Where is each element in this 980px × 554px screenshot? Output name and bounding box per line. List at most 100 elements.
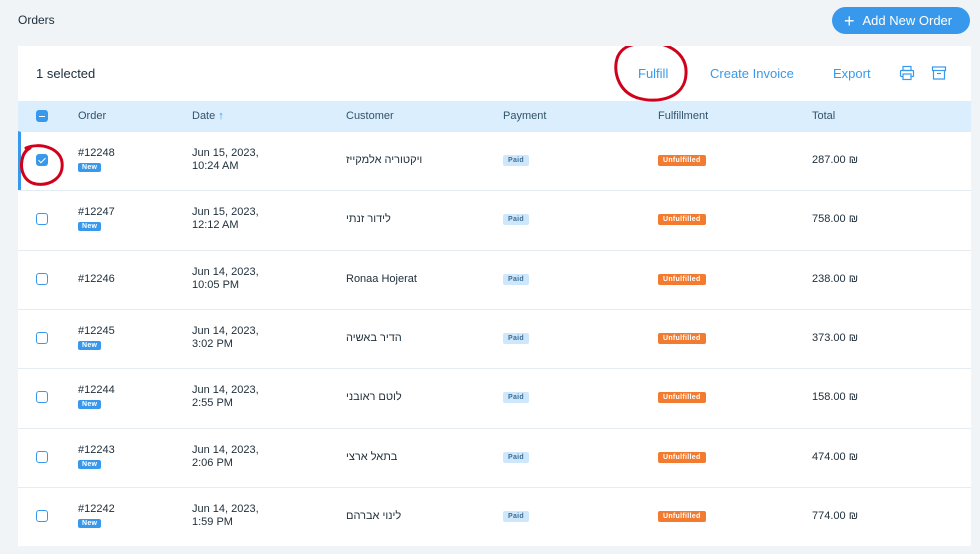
- date-cell: Jun 14, 2023, 3:02 PM: [192, 325, 259, 351]
- date-line-1: Jun 14, 2023,: [192, 443, 259, 456]
- table-row[interactable]: #12245 New Jun 14, 2023, 3:02 PM הדיר באשיה P…: [18, 308, 971, 368]
- table-row[interactable]: #12244 New Jun 14, 2023, 2:55 PM לוטם ראובני…: [18, 368, 971, 427]
- order-number[interactable]: #12247: [78, 206, 115, 219]
- column-header-payment[interactable]: Payment: [503, 110, 546, 122]
- payment-status: Paid: [503, 212, 529, 226]
- paid-badge: Paid: [503, 332, 529, 344]
- order-number[interactable]: #12242: [78, 503, 115, 516]
- date-cell: Jun 15, 2023, 12:12 AM: [192, 206, 259, 232]
- order-cell[interactable]: #12248 New: [78, 147, 115, 172]
- export-button[interactable]: Export: [833, 66, 871, 81]
- payment-status: Paid: [503, 450, 529, 463]
- table-row[interactable]: #12243 New Jun 14, 2023, 2:06 PM בתאל ארצי Pa…: [18, 427, 971, 487]
- column-header-date[interactable]: Date ↑: [192, 110, 224, 122]
- row-checkbox[interactable]: [36, 213, 48, 226]
- column-header-order[interactable]: Order: [78, 110, 106, 122]
- table-row[interactable]: #12242 New Jun 14, 2023, 1:59 PM לינוי אברהם…: [18, 486, 971, 546]
- column-header-customer[interactable]: Customer: [346, 110, 394, 122]
- fulfillment-status: Unfulfilled: [658, 272, 706, 285]
- paid-badge: Paid: [503, 510, 529, 522]
- paid-badge: Paid: [503, 155, 529, 166]
- paid-badge: Paid: [503, 214, 529, 226]
- plus-icon: +: [844, 10, 855, 31]
- order-cell[interactable]: #12245 New: [78, 325, 115, 350]
- table-row[interactable]: #12247 New Jun 15, 2023, 12:12 AM לידור זנתי…: [18, 190, 971, 249]
- date-cell: Jun 14, 2023, 10:05 PM: [192, 266, 259, 292]
- fulfill-button[interactable]: Fulfill: [638, 66, 668, 81]
- page-title: Orders: [18, 13, 55, 27]
- order-total: 287.00 ₪: [812, 154, 859, 166]
- order-cell[interactable]: #12246: [78, 273, 115, 286]
- payment-status: Paid: [503, 509, 529, 522]
- order-cell[interactable]: #12247 New: [78, 206, 115, 232]
- add-new-order-button[interactable]: + Add New Order: [832, 7, 970, 34]
- payment-status: Paid: [503, 272, 529, 285]
- fulfillment-status: Unfulfilled: [658, 153, 706, 166]
- table-header: Order Date ↑ Customer Payment Fulfillment…: [18, 101, 971, 131]
- orders-table-card: 1 selected Fulfill Create Invoice Export…: [18, 46, 971, 546]
- date-cell: Jun 14, 2023, 1:59 PM: [192, 503, 259, 529]
- bulk-action-toolbar: 1 selected Fulfill Create Invoice Export: [18, 46, 971, 101]
- fulfillment-status: Unfulfilled: [658, 509, 706, 522]
- unfulfilled-badge: Unfulfilled: [658, 392, 706, 404]
- order-number[interactable]: #12243: [78, 444, 115, 457]
- create-invoice-button[interactable]: Create Invoice: [710, 66, 794, 81]
- selected-count: 1 selected: [36, 66, 96, 81]
- add-new-order-label: Add New Order: [862, 13, 953, 28]
- table-row[interactable]: #12248 New Jun 15, 2023, 10:24 AM ויקטוריה א…: [18, 131, 971, 190]
- column-header-fulfillment[interactable]: Fulfillment: [658, 110, 708, 122]
- unfulfilled-badge: Unfulfilled: [658, 155, 706, 166]
- customer-name: לוטם ראובני: [346, 391, 402, 404]
- new-badge: New: [78, 163, 102, 172]
- order-cell[interactable]: #12242 New: [78, 503, 115, 528]
- row-checkbox[interactable]: [36, 272, 48, 285]
- date-cell: Jun 15, 2023, 10:24 AM: [192, 147, 259, 173]
- order-cell[interactable]: #12244 New: [78, 384, 115, 410]
- customer-name: לידור זנתי: [346, 213, 391, 226]
- new-badge: New: [78, 340, 102, 350]
- order-total: 158.00 ₪: [812, 391, 859, 404]
- table-row[interactable]: #12246 Jun 14, 2023, 10:05 PM Ronaa Hojerat…: [18, 249, 971, 309]
- customer-name: ויקטוריה אלמקייז: [346, 154, 423, 166]
- date-line-2: 1:59 PM: [192, 515, 233, 528]
- select-all-checkbox[interactable]: [36, 110, 48, 122]
- row-checkbox[interactable]: [36, 509, 48, 522]
- fulfillment-status: Unfulfilled: [658, 450, 706, 463]
- date-line-1: Jun 15, 2023,: [192, 147, 259, 159]
- paid-badge: Paid: [503, 392, 529, 404]
- paid-badge: Paid: [503, 273, 529, 285]
- fulfillment-status: Unfulfilled: [658, 212, 706, 226]
- order-total: 238.00 ₪: [812, 272, 859, 285]
- row-checkbox[interactable]: [36, 391, 48, 404]
- order-total: 758.00 ₪: [812, 213, 859, 226]
- payment-status: Paid: [503, 331, 529, 344]
- order-number[interactable]: #12245: [78, 325, 115, 338]
- row-checkbox[interactable]: [36, 450, 48, 463]
- fulfillment-status: Unfulfilled: [658, 390, 706, 404]
- date-line-2: 2:06 PM: [192, 456, 233, 469]
- unfulfilled-badge: Unfulfilled: [658, 332, 706, 344]
- order-number[interactable]: #12244: [78, 384, 115, 397]
- unfulfilled-badge: Unfulfilled: [658, 273, 706, 285]
- customer-name: לינוי אברהם: [346, 509, 402, 522]
- paid-badge: Paid: [503, 451, 529, 463]
- new-badge: New: [78, 400, 102, 410]
- date-line-1: Jun 14, 2023,: [192, 265, 259, 278]
- order-total: 373.00 ₪: [812, 331, 859, 344]
- order-cell[interactable]: #12243 New: [78, 444, 115, 469]
- archive-icon[interactable]: [931, 65, 947, 81]
- unfulfilled-badge: Unfulfilled: [658, 451, 706, 463]
- order-number[interactable]: #12246: [78, 273, 115, 286]
- row-checkbox[interactable]: [36, 154, 48, 166]
- row-checkbox[interactable]: [36, 331, 48, 344]
- date-cell: Jun 14, 2023, 2:55 PM: [192, 384, 259, 410]
- column-header-date-label: Date: [192, 110, 216, 122]
- date-line-1: Jun 14, 2023,: [192, 384, 259, 397]
- order-total: 474.00 ₪: [812, 450, 859, 463]
- order-number[interactable]: #12248: [78, 147, 115, 160]
- customer-name: בתאל ארצי: [346, 450, 398, 463]
- fulfillment-status: Unfulfilled: [658, 331, 706, 344]
- print-icon[interactable]: [899, 65, 915, 81]
- date-line-1: Jun 15, 2023,: [192, 206, 259, 219]
- column-header-total[interactable]: Total: [812, 110, 835, 122]
